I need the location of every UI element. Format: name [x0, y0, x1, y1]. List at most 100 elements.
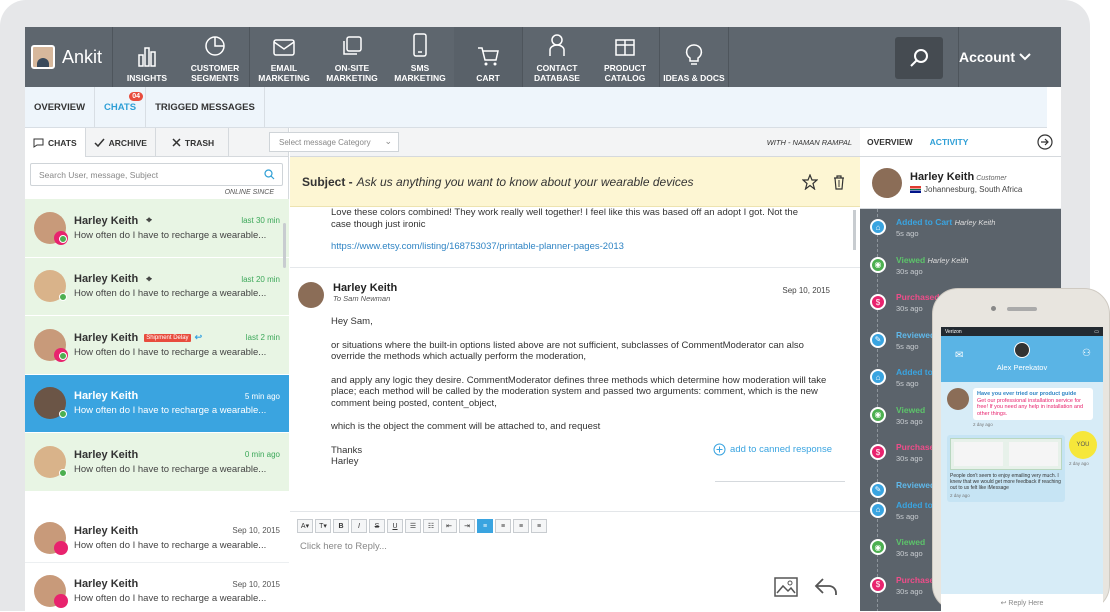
tab-trigged-messages[interactable]: TRIGGED MESSAGES [146, 86, 265, 128]
filter-trash[interactable]: TRASH [156, 128, 230, 157]
align-right-button[interactable]: ≡ [513, 519, 529, 533]
filter-archive[interactable]: ARCHIVE [86, 128, 156, 157]
nav-cart[interactable]: CART [454, 27, 522, 87]
pie-chart-icon [205, 36, 225, 56]
nav-label: CART [476, 73, 500, 83]
nav-insights[interactable]: INSIGHTS [113, 27, 181, 87]
chat-bubble-icon[interactable]: ✉ [955, 350, 963, 361]
person-icon[interactable]: ⚇ [1082, 348, 1091, 359]
activity-item: ◉ Viewed Harley Keith 30s ago [860, 255, 1061, 293]
avatar [1014, 342, 1030, 358]
brand[interactable]: Ankit [25, 27, 113, 87]
user-avatar [31, 45, 55, 69]
phone-screen: Verizon ▭ ✉ ⚇ Alex Perekatov Have you eve… [941, 327, 1103, 612]
phone-bubble: Have you ever tried our product guide Ge… [947, 388, 1097, 420]
review-icon: ✎ [870, 331, 886, 348]
nav-onsite-marketing[interactable]: ON-SITE MARKETING [318, 27, 386, 87]
activity-time: 5s ago [896, 229, 919, 238]
account-menu[interactable]: Account [958, 27, 1061, 87]
reply-input[interactable]: Click here to Reply... [300, 541, 860, 552]
align-center-button[interactable]: ≡ [495, 519, 511, 533]
phone-reply-input[interactable]: ↩ Reply Here [941, 594, 1103, 612]
chat-name: Harley Keith [74, 578, 139, 590]
subject-label: Subject - [302, 174, 353, 189]
chat-search-input[interactable]: Search User, message, Subject [30, 163, 283, 186]
filter-chats[interactable]: CHATS [25, 128, 86, 157]
nav-sms-marketing[interactable]: SMS MARKETING [386, 27, 454, 87]
reply-label: Reply Here [1008, 599, 1044, 607]
star-icon[interactable] [802, 173, 818, 190]
image-icon[interactable] [774, 577, 798, 597]
reply-arrow-icon: ↩ [194, 332, 203, 343]
avatar [872, 167, 902, 198]
dollar-icon: $ [870, 576, 886, 593]
chat-item[interactable]: Harley Keith 0 min ago How often do I hav… [25, 433, 289, 492]
online-dot [59, 293, 67, 302]
recipient: To Sam Newman [333, 294, 391, 303]
nav-group-ideas: IDEAS & DOCS [660, 27, 729, 87]
number-list-button[interactable]: ☷ [423, 519, 439, 533]
chevron-down-icon: ⌄ [384, 136, 392, 146]
message-link[interactable]: https://www.etsy.com/listing/168753037/p… [331, 241, 820, 253]
nav-contact-database[interactable]: CONTACT DATABASE [523, 27, 591, 87]
justify-button[interactable]: ≡ [531, 519, 547, 533]
nav-email-marketing[interactable]: EMAIL MARKETING [250, 27, 318, 87]
conversation-scrollbar[interactable] [853, 210, 856, 250]
outdent-button[interactable]: ⇤ [441, 519, 457, 533]
chat-item[interactable]: Harley Keith ⌖ last 30 min How often do I … [25, 199, 289, 258]
activity-action: Purchased [896, 292, 940, 302]
assigned-agent: WITH - NAMAN RAMPAL [766, 137, 852, 147]
reply-icon[interactable] [814, 577, 838, 597]
tab-label: TRIGGED MESSAGES [155, 101, 255, 113]
chat-list-scrollbar[interactable] [283, 223, 286, 268]
search-icon [910, 49, 928, 67]
chat-snippet: How often do I have to recharge a wearab… [74, 229, 267, 241]
nav-group-marketing: EMAIL MARKETING ON-SITE MARKETING SMS MA… [250, 27, 523, 87]
activity-action: Reviewed [896, 479, 936, 490]
cart-icon: ⌂ [870, 219, 886, 235]
customer-role: Customer [976, 175, 1007, 182]
tab-overview[interactable]: OVERVIEW [25, 86, 96, 128]
arrow-right-icon[interactable] [1037, 134, 1053, 150]
activity-time: 30s ago [896, 549, 923, 558]
chat-item[interactable]: Harley Keith Sep 10, 2015 How often do I … [25, 513, 289, 563]
cart-icon: ⌂ [870, 501, 886, 518]
font-size-button[interactable]: T▾ [315, 519, 331, 533]
chat-item[interactable]: Harley Keith ⌖ last 20 min How often do I … [25, 257, 289, 316]
tab-activity[interactable]: ACTIVITY [930, 137, 969, 147]
add-canned-response-button[interactable]: add to canned response [713, 443, 832, 456]
chat-time: Sep 10, 2015 [232, 579, 280, 589]
nav-ideas-docs[interactable]: IDEAS & DOCS [660, 27, 728, 87]
chat-time: last 30 min [241, 216, 280, 226]
align-left-button[interactable]: ≡ [477, 519, 493, 533]
tab-overview[interactable]: OVERVIEW [867, 137, 913, 147]
nav-product-catalog[interactable]: PRODUCT CATALOG [591, 27, 659, 87]
activity-time: 5s ago [896, 511, 919, 521]
trash-icon[interactable] [832, 174, 846, 190]
strike-button[interactable]: S [369, 519, 385, 533]
underline-button[interactable]: U [387, 519, 403, 533]
phone-chat-body: Have you ever tried our product guide Ge… [941, 382, 1103, 612]
message-category-select[interactable]: Select message Category ⌄ [269, 132, 399, 152]
avatar [34, 387, 67, 420]
account-label: Account [959, 49, 1015, 65]
activity-time: 30s ago [896, 266, 923, 276]
chat-name: Harley Keith [74, 331, 139, 344]
nav-label: EMAIL MARKETING [258, 63, 310, 83]
eye-icon: ◉ [870, 539, 886, 555]
message-current: Harley Keith To Sam Newman Sep 10, 2015 … [290, 268, 860, 492]
global-search-button[interactable] [895, 37, 943, 79]
crosshair-icon: ⌖ [146, 215, 152, 227]
indent-button[interactable]: ⇥ [459, 519, 475, 533]
chat-item-selected[interactable]: Harley Keith 5 min ago How often do I hav… [25, 374, 289, 433]
phone-chat-header: ✉ ⚇ Alex Perekatov [941, 336, 1103, 382]
bold-button[interactable]: B [333, 519, 349, 533]
bullet-list-button[interactable]: ☰ [405, 519, 421, 533]
font-color-button[interactable]: A▾ [297, 519, 313, 533]
tab-chats[interactable]: CHATS 04 [95, 86, 147, 128]
battery-icon: ▭ [1094, 328, 1099, 335]
nav-customer-segments[interactable]: CUSTOMER SEGMENTS [181, 27, 249, 87]
chat-item[interactable]: Harley Keith Sep 10, 2015 How often do I … [25, 562, 289, 611]
italic-button[interactable]: I [351, 519, 367, 533]
chat-item[interactable]: Harley Keith Shipment Delay ↩ last 2 min Ho… [25, 316, 289, 375]
